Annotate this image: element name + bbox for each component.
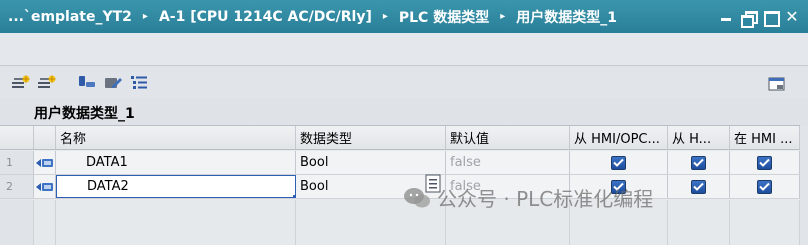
member-datatype[interactable]: Bool — [296, 151, 446, 174]
wechat-logo-icon — [404, 187, 430, 207]
breadcrumb-user-datatype[interactable]: 用户数据类型_1 — [516, 7, 617, 27]
hmi-write-cell — [668, 175, 730, 198]
column-header-hmi-access[interactable]: 从 HMI/OPC... — [570, 126, 668, 149]
add-row-icon[interactable] — [36, 72, 58, 94]
empty-cell — [668, 200, 730, 245]
hmi-visible-cell — [730, 175, 800, 198]
column-header-name[interactable]: 名称 — [56, 126, 296, 149]
breadcrumb-project[interactable]: ...`emplate_YT2 — [8, 9, 132, 25]
move-icon[interactable] — [76, 72, 98, 94]
hmi-visible-checkbox[interactable] — [757, 179, 772, 194]
watermark: 公众号 · PLC标准化编程 — [403, 183, 653, 212]
breadcrumb: ...`emplate_YT2 ▸ A-1 [CPU 1214C AC/DC/R… — [0, 7, 617, 27]
window-controls: ✕ — [718, 0, 800, 33]
empty-cell — [730, 200, 800, 245]
watermark-text: 公众号 · PLC标准化编程 — [437, 187, 654, 211]
datatype-table: 名称 数据类型 默认值 从 HMI/OPC... 从 H... 在 HMI ..… — [0, 125, 800, 245]
breadcrumb-separator: ▸ — [142, 11, 148, 22]
minimize-icon[interactable] — [718, 9, 734, 25]
member-icon — [34, 151, 56, 174]
empty-cell — [0, 200, 34, 245]
member-name-editing[interactable]: DATA2 — [56, 175, 296, 198]
member-default[interactable]: false — [446, 151, 570, 174]
empty-table-area — [0, 200, 800, 245]
list-icon[interactable] — [128, 72, 150, 94]
datatype-title: 用户数据类型_1 — [34, 106, 135, 122]
hmi-write-checkbox[interactable] — [691, 155, 706, 170]
table-row[interactable]: 2 DATA2 Bool false — [0, 175, 800, 199]
column-header-hmi-write[interactable]: 从 H... — [668, 126, 730, 149]
window-icon[interactable] — [766, 73, 788, 95]
restore-icon[interactable] — [740, 9, 758, 28]
member-icon — [34, 175, 56, 198]
member-name[interactable]: DATA1 — [56, 151, 296, 174]
header-row-number — [0, 126, 34, 149]
insert-row-icon[interactable] — [10, 72, 32, 94]
editor-toolbar — [0, 67, 808, 99]
vertical-scrollbar[interactable] — [800, 125, 808, 245]
empty-toolbar-strip — [0, 33, 808, 66]
row-number: 1 — [0, 151, 34, 174]
table-header: 名称 数据类型 默认值 从 HMI/OPC... 从 H... 在 HMI ..… — [0, 126, 800, 150]
column-header-default[interactable]: 默认值 — [446, 126, 570, 149]
header-icon-column — [34, 126, 56, 149]
hmi-visible-checkbox[interactable] — [757, 155, 772, 170]
breadcrumb-plc-datatypes[interactable]: PLC 数据类型 — [399, 7, 489, 27]
breadcrumb-separator: ▸ — [500, 11, 506, 22]
breadcrumb-device[interactable]: A-1 [CPU 1214C AC/DC/Rly] — [159, 9, 372, 25]
hmi-write-checkbox[interactable] — [691, 179, 706, 194]
maximize-icon[interactable] — [762, 9, 780, 27]
breadcrumb-separator: ▸ — [382, 11, 388, 22]
hmi-visible-cell — [730, 151, 800, 174]
title-bar: ...`emplate_YT2 ▸ A-1 [CPU 1214C AC/DC/R… — [0, 0, 808, 33]
column-header-hmi-visible[interactable]: 在 HMI ... — [730, 126, 800, 149]
hmi-write-cell — [668, 151, 730, 174]
hmi-access-cell — [570, 151, 668, 174]
column-header-datatype[interactable]: 数据类型 — [296, 126, 446, 149]
edit-icon[interactable] — [102, 72, 124, 94]
row-number: 2 — [0, 175, 34, 198]
hmi-access-checkbox[interactable] — [611, 155, 626, 170]
empty-cell — [34, 200, 56, 245]
close-icon[interactable]: ✕ — [784, 8, 800, 25]
table-row[interactable]: 1 DATA1 Bool false — [0, 151, 800, 175]
empty-cell — [56, 200, 296, 245]
